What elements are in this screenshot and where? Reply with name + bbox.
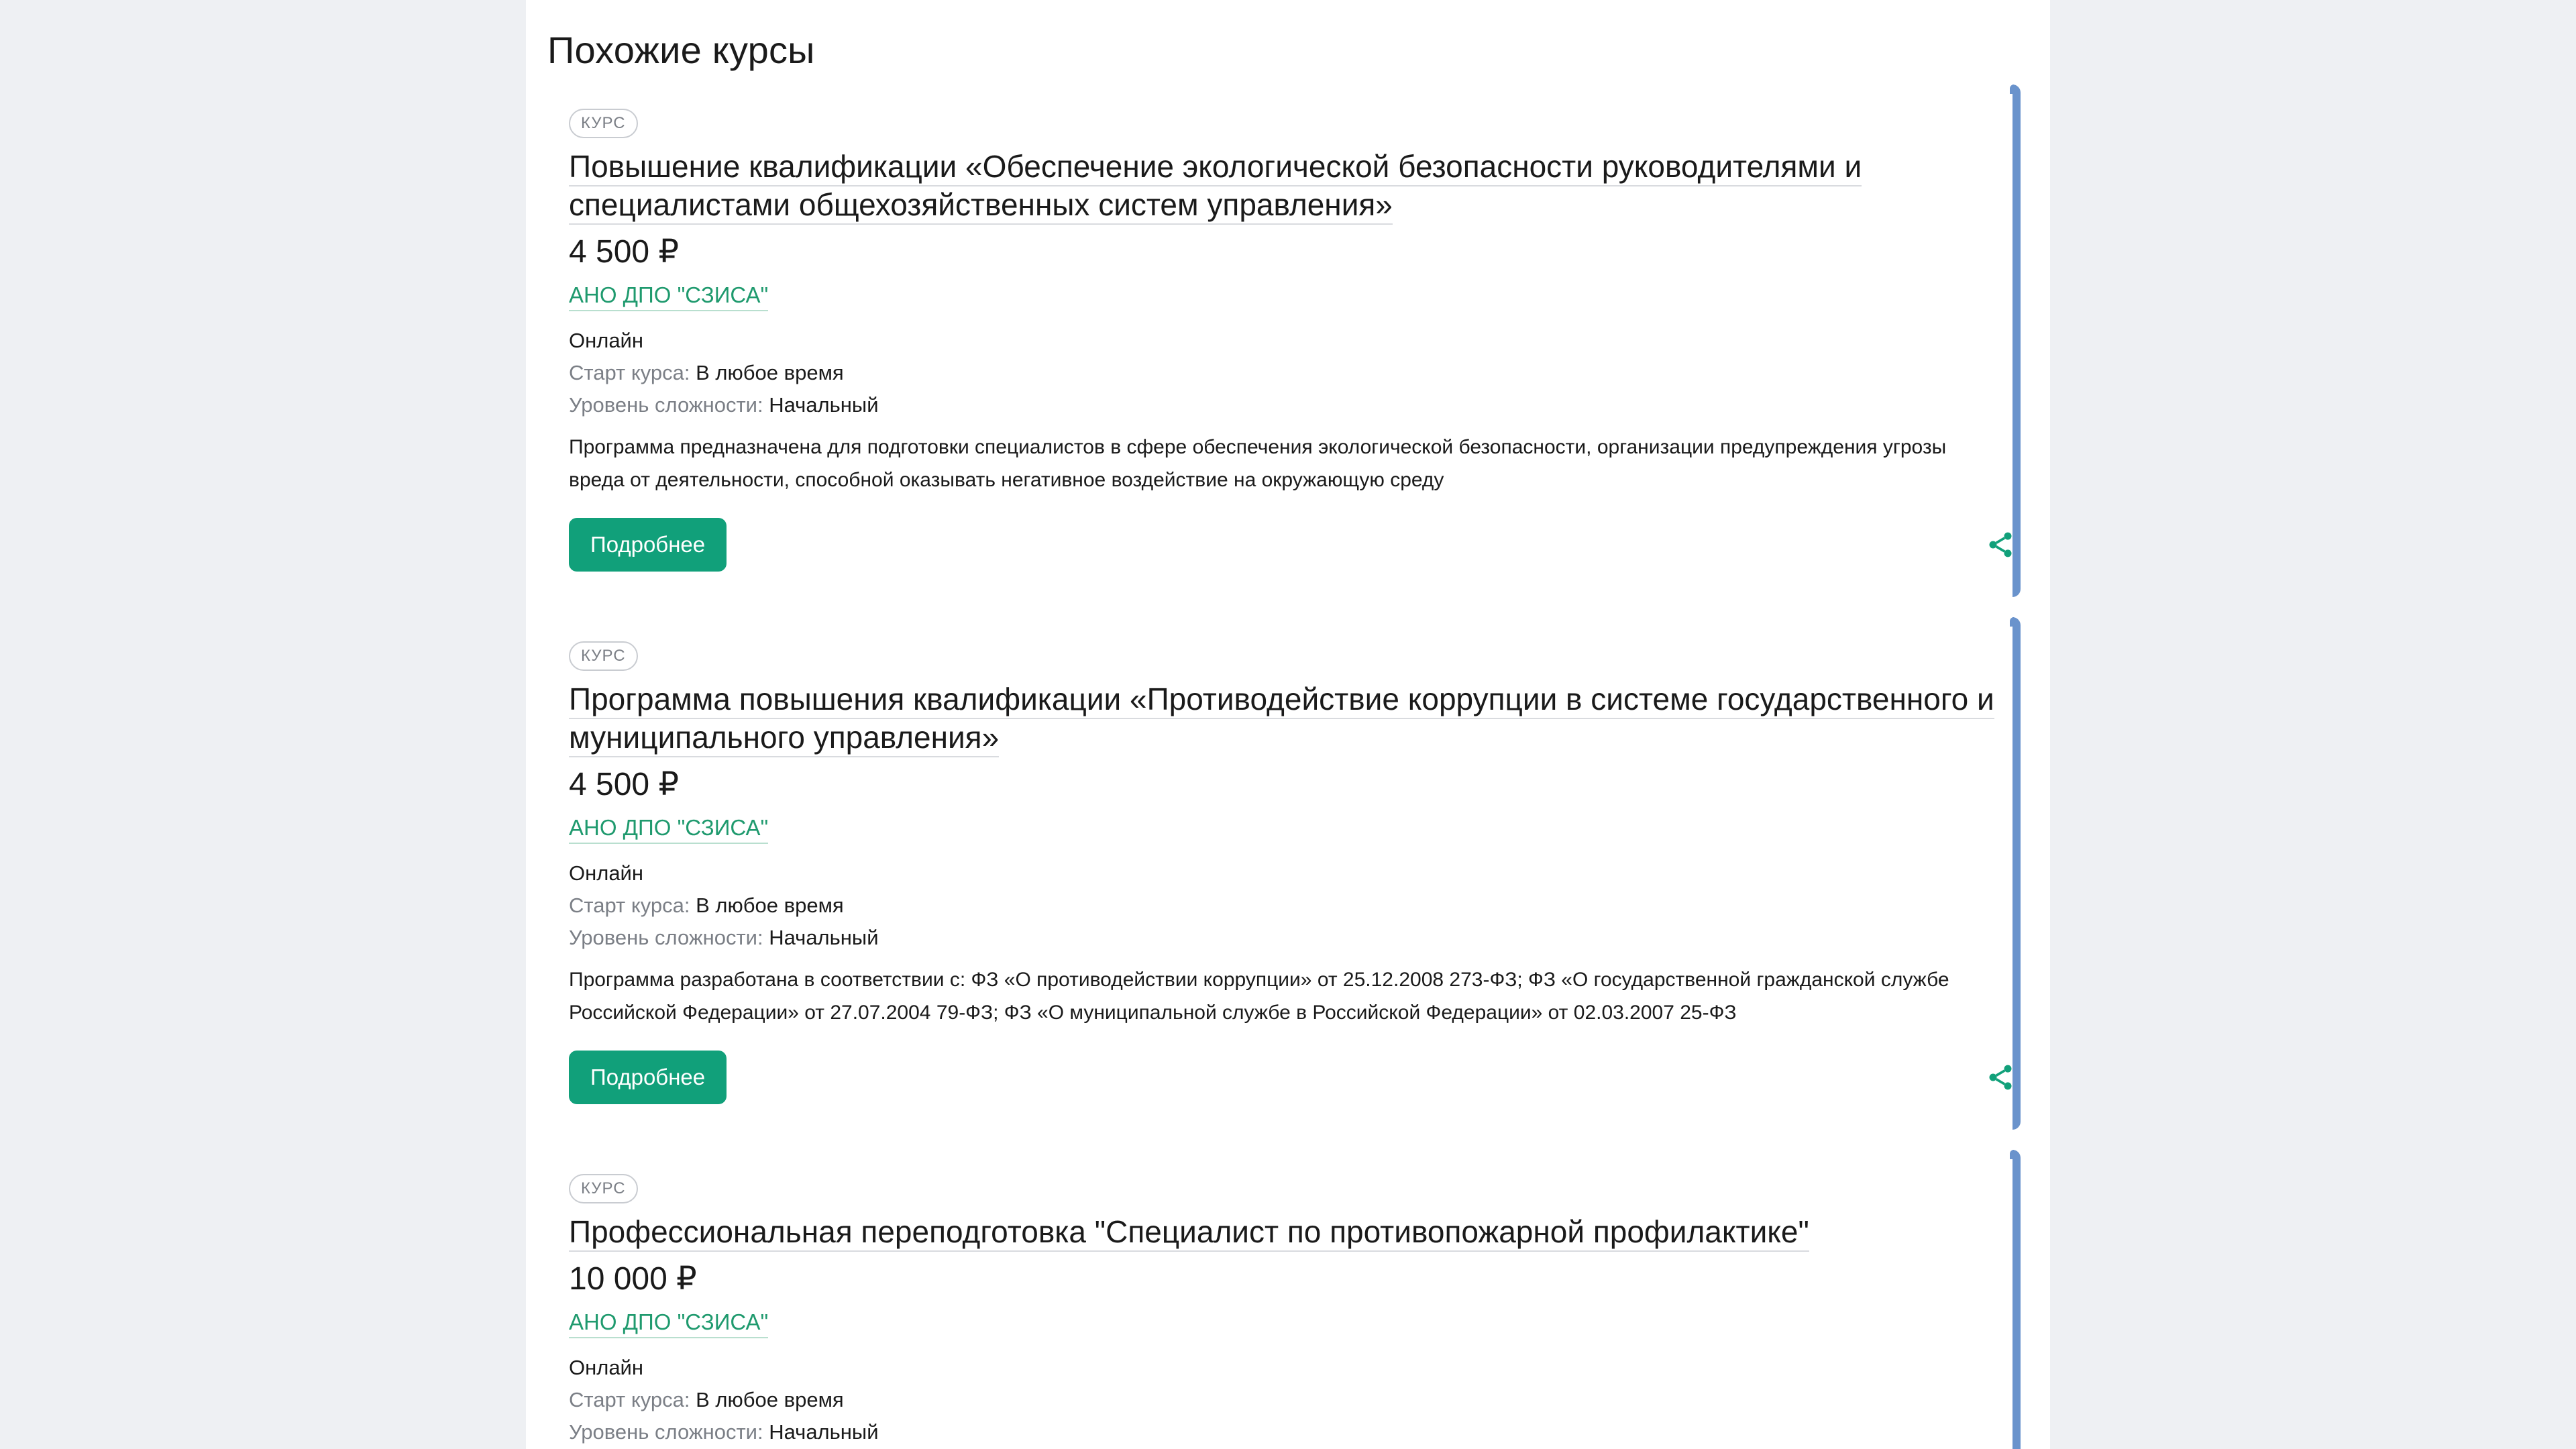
course-start-value: В любое время (696, 361, 844, 384)
course-description: Программа предназначена для подготовки с… (569, 436, 1947, 491)
share-icon[interactable] (1986, 1063, 2015, 1092)
course-level-row: Уровень сложности: Начальный (569, 922, 2015, 954)
course-type-badge: КУРС (569, 1174, 638, 1203)
details-button[interactable]: Подробнее (569, 518, 727, 572)
course-card: КУРС Программа повышения квалификации «П… (547, 617, 2021, 1130)
course-level-row: Уровень сложности: Начальный (569, 389, 2015, 421)
course-price: 4 500 ₽ (569, 234, 679, 270)
course-start-value: В любое время (696, 894, 844, 917)
course-level-row: Уровень сложности: Начальный (569, 1416, 2015, 1448)
course-level-label: Уровень сложности: (569, 393, 763, 417)
provider-link[interactable]: АНО ДПО "СЗИСА" (569, 280, 769, 311)
course-level-value: Начальный (769, 393, 879, 417)
course-format: Онлайн (569, 329, 643, 352)
course-level-label: Уровень сложности: (569, 926, 763, 949)
course-title-text: Профессиональная переподготовка "Специал… (569, 1214, 1809, 1252)
course-type-badge: КУРС (569, 109, 638, 138)
course-start-label: Старт курса: (569, 894, 690, 917)
provider-link[interactable]: АНО ДПО "СЗИСА" (569, 813, 769, 844)
course-price: 4 500 ₽ (569, 767, 679, 802)
section-title: Похожие курсы (547, 29, 815, 71)
card-actions: Подробнее (569, 518, 2015, 572)
share-icon[interactable] (1986, 530, 2015, 559)
course-title-link[interactable]: Повышение квалификации «Обеспечение экол… (569, 148, 2004, 225)
course-type-badge: КУРС (569, 641, 638, 671)
course-title-link[interactable]: Программа повышения квалификации «Против… (569, 680, 2004, 757)
course-start-row: Старт курса: В любое время (569, 890, 2015, 922)
course-start-row: Старт курса: В любое время (569, 1384, 2015, 1416)
provider-link[interactable]: АНО ДПО "СЗИСА" (569, 1307, 769, 1338)
course-card: КУРС Повышение квалификации «Обеспечение… (547, 85, 2021, 597)
course-description: Программа разработана в соответствии с: … (569, 969, 1949, 1024)
course-title-link[interactable]: Профессиональная переподготовка "Специал… (569, 1213, 2004, 1252)
course-title-text: Повышение квалификации «Обеспечение экол… (569, 149, 1862, 225)
course-level-value: Начальный (769, 1420, 879, 1444)
course-start-label: Старт курса: (569, 1388, 690, 1411)
course-start-value: В любое время (696, 1388, 844, 1411)
course-card: КУРС Профессиональная переподготовка "Сп… (547, 1150, 2021, 1449)
course-start-label: Старт курса: (569, 361, 690, 384)
course-format: Онлайн (569, 861, 643, 885)
course-format: Онлайн (569, 1356, 643, 1379)
course-level-label: Уровень сложности: (569, 1420, 763, 1444)
course-level-value: Начальный (769, 926, 879, 949)
card-actions: Подробнее (569, 1051, 2015, 1104)
card-edge-accent (2010, 1150, 2021, 1449)
course-start-row: Старт курса: В любое время (569, 357, 2015, 389)
details-button[interactable]: Подробнее (569, 1051, 727, 1104)
course-title-text: Программа повышения квалификации «Против… (569, 682, 1994, 757)
similar-courses-panel: Похожие курсы КУРС Повышение квалификаци… (526, 0, 2050, 1449)
course-price: 10 000 ₽ (569, 1261, 697, 1297)
